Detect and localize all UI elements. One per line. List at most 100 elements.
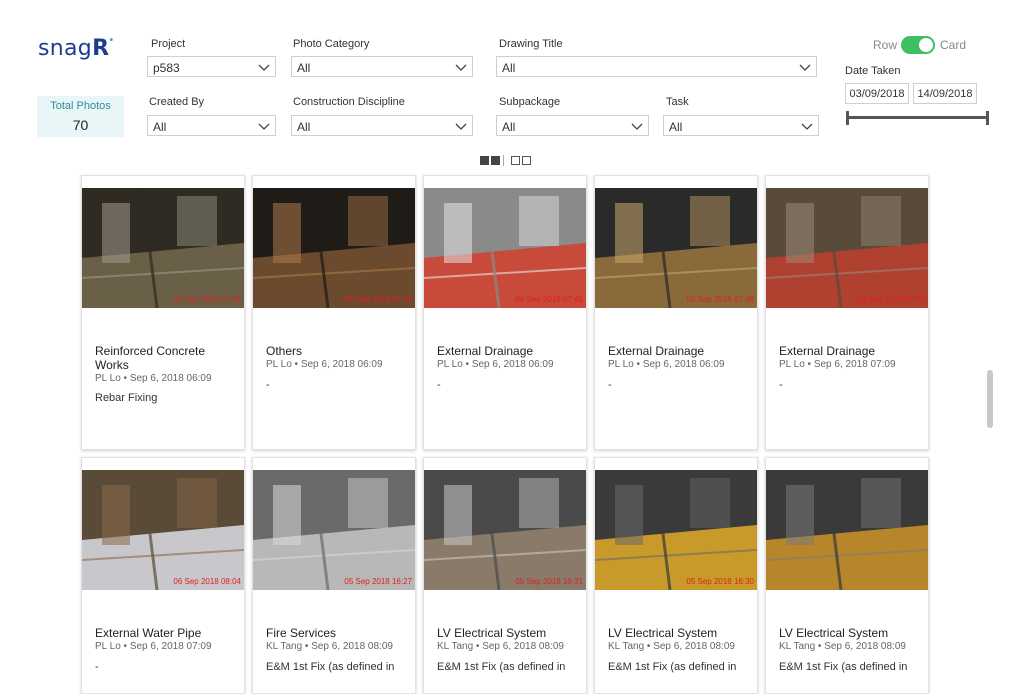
drawing-title-label: Drawing Title <box>499 38 563 50</box>
drawing-title-value: All <box>502 61 516 75</box>
snagr-logo: snagR• <box>38 35 116 61</box>
photo-card[interactable]: 05 Sep 2018 16:31 LV Electrical System KL … <box>423 457 587 694</box>
photo-timestamp: 05 Sep 2018 16:30 <box>686 577 754 586</box>
project-label: Project <box>151 38 186 50</box>
card-task: E&M 1st Fix (as defined in <box>437 661 566 673</box>
chevron-down-icon <box>258 64 270 71</box>
photo-card[interactable]: 06 Sep 2018 07:47 Others PL Lo • Sep 6, 20… <box>252 175 416 450</box>
photo-thumbnail[interactable]: 06 Sep 2018 07:47 <box>253 188 415 308</box>
photo-timestamp: 06 Sep 2018 07:52 <box>857 295 925 304</box>
photo-card[interactable]: 06 Sep 2018 07:48 Reinforced Concrete Wor… <box>81 175 245 450</box>
date-from-input[interactable]: 03/09/2018 <box>845 83 909 104</box>
card-title: External Drainage <box>779 344 876 358</box>
card-task: - <box>95 661 99 673</box>
project-dropdown[interactable]: p583 <box>147 56 276 77</box>
date-range-slider-start-handle[interactable] <box>846 111 849 125</box>
construction-discipline-value: All <box>297 120 311 134</box>
toggle-knob <box>919 38 933 52</box>
task-dropdown[interactable]: All <box>663 115 819 136</box>
drawing-title-dropdown[interactable]: All <box>496 56 817 77</box>
photo-image <box>595 188 757 308</box>
photo-image <box>253 188 415 308</box>
card-title: External Water Pipe <box>95 626 202 640</box>
photo-card[interactable]: 06 Sep 2018 07:46 External Drainage PL Lo … <box>423 175 587 450</box>
chevron-down-icon <box>631 123 643 130</box>
photo-timestamp: 05 Sep 2018 16:27 <box>344 577 412 586</box>
photo-category-dropdown[interactable]: All <box>291 56 473 77</box>
task-label: Task <box>666 96 689 108</box>
card-meta: PL Lo • Sep 6, 2018 07:09 <box>95 641 212 652</box>
photo-card[interactable]: 05 Sep 2018 16:30 LV Electrical System KL … <box>594 457 758 694</box>
logo-dot: • <box>108 35 115 46</box>
photo-thumbnail[interactable]: 05 Sep 2018 16:31 <box>424 470 586 590</box>
subpackage-dropdown[interactable]: All <box>496 115 649 136</box>
photo-category-label: Photo Category <box>293 38 370 50</box>
card-meta: KL Tang • Sep 6, 2018 08:09 <box>608 641 735 652</box>
photo-timestamp: 05 Sep 2018 16:31 <box>515 577 583 586</box>
photo-timestamp: 06 Sep 2018 07:46 <box>515 295 583 304</box>
photo-thumbnail[interactable]: 06 Sep 2018 07:48 <box>82 188 244 308</box>
chevron-down-icon <box>455 64 467 71</box>
date-range-slider-track[interactable] <box>847 116 989 119</box>
chevron-down-icon <box>455 123 467 130</box>
card-meta: PL Lo • Sep 6, 2018 07:09 <box>779 359 896 370</box>
card-title: Others <box>266 344 303 358</box>
card-meta: PL Lo • Sep 6, 2018 06:09 <box>266 359 383 370</box>
photo-thumbnail[interactable]: 05 Sep 2018 16:30 <box>595 470 757 590</box>
photo-image <box>82 188 244 308</box>
photo-timestamp: 06 Sep 2018 08:04 <box>173 577 241 586</box>
created-by-label: Created By <box>149 96 205 108</box>
card-title: Fire Services <box>266 626 337 640</box>
card-title: Reinforced Concrete Works <box>95 344 206 372</box>
construction-discipline-dropdown[interactable]: All <box>291 115 473 136</box>
photo-thumbnail[interactable]: 06 Sep 2018 07:52 <box>766 188 928 308</box>
total-photos-value: 70 <box>72 117 89 133</box>
date-range-slider-end-handle[interactable] <box>986 111 989 125</box>
card-meta: PL Lo • Sep 6, 2018 06:09 <box>608 359 725 370</box>
photo-timestamp: 06 Sep 2018 07:47 <box>344 295 412 304</box>
photo-image <box>595 470 757 590</box>
photo-image <box>82 470 244 590</box>
card-meta: KL Tang • Sep 6, 2018 08:09 <box>437 641 564 652</box>
card-meta: PL Lo • Sep 6, 2018 06:09 <box>95 373 212 384</box>
card-task: E&M 1st Fix (as defined in <box>608 661 737 673</box>
photo-timestamp: 06 Sep 2018 07:48 <box>173 295 241 304</box>
construction-discipline-label: Construction Discipline <box>293 96 405 108</box>
photo-thumbnail[interactable]: 06 Sep 2018 07:48 <box>595 188 757 308</box>
card-view-label[interactable]: Card <box>940 38 966 52</box>
card-title: LV Electrical System <box>437 626 547 640</box>
chevron-down-icon <box>258 123 270 130</box>
photo-image <box>766 470 928 590</box>
row-view-label[interactable]: Row <box>873 38 897 52</box>
page-dot-4[interactable] <box>522 156 531 165</box>
photo-thumbnail[interactable]: 06 Sep 2018 07:46 <box>424 188 586 308</box>
photo-category-value: All <box>297 61 311 75</box>
vertical-scrollbar-thumb[interactable] <box>987 370 993 428</box>
card-title: LV Electrical System <box>608 626 718 640</box>
photo-card[interactable]: 05 Sep 2018 16:27 Fire Services KL Tang • … <box>252 457 416 694</box>
date-to-input[interactable]: 14/09/2018 <box>913 83 977 104</box>
page-dot-2[interactable] <box>491 156 500 165</box>
page-dot-3[interactable] <box>511 156 520 165</box>
created-by-dropdown[interactable]: All <box>147 115 276 136</box>
photo-image <box>766 188 928 308</box>
card-title: External Drainage <box>608 344 705 358</box>
chevron-down-icon <box>799 64 811 71</box>
card-meta: PL Lo • Sep 6, 2018 06:09 <box>437 359 554 370</box>
photo-card[interactable]: 06 Sep 2018 08:04 External Water Pipe PL L… <box>81 457 245 694</box>
photo-card[interactable]: 06 Sep 2018 07:52 External Drainage PL Lo … <box>765 175 929 450</box>
photo-card[interactable]: LV Electrical System KL Tang • Sep 6, 201… <box>765 457 929 694</box>
photo-thumbnail[interactable] <box>766 470 928 590</box>
photo-card[interactable]: 06 Sep 2018 07:48 External Drainage PL Lo … <box>594 175 758 450</box>
card-title: LV Electrical System <box>779 626 889 640</box>
page-dot-1[interactable] <box>480 156 489 165</box>
photo-image <box>424 188 586 308</box>
card-task: E&M 1st Fix (as defined in <box>779 661 908 673</box>
view-toggle-switch[interactable] <box>901 36 935 54</box>
photo-thumbnail[interactable]: 05 Sep 2018 16:27 <box>253 470 415 590</box>
photo-thumbnail[interactable]: 06 Sep 2018 08:04 <box>82 470 244 590</box>
date-taken-label: Date Taken <box>845 65 901 77</box>
subpackage-label: Subpackage <box>499 96 561 108</box>
photo-image <box>424 470 586 590</box>
page-separator <box>503 155 504 166</box>
